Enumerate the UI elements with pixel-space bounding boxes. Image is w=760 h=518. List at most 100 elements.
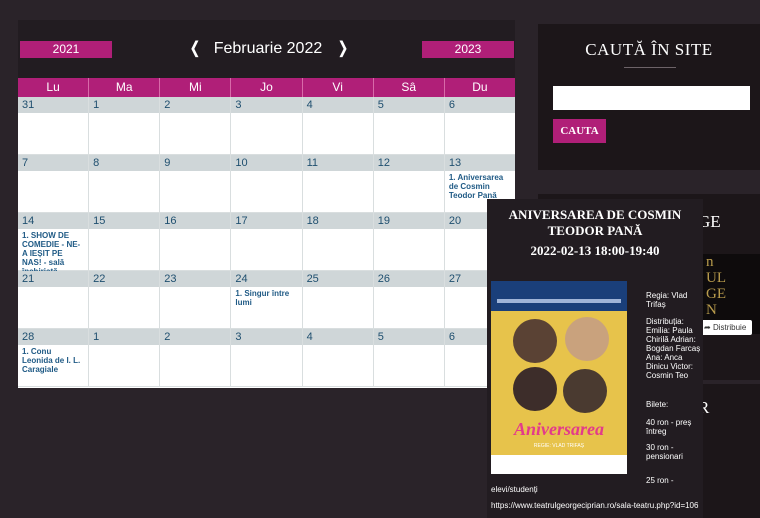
calendar-day-cell[interactable]: 23 <box>160 271 232 329</box>
banner-text: GE <box>706 286 726 302</box>
day-number: 17 <box>231 213 302 229</box>
calendar-day-cell[interactable]: 9 <box>160 155 232 213</box>
banner-text: UL <box>706 270 726 286</box>
day-number: 24 <box>231 271 302 287</box>
calendar-day-cell[interactable]: 2 <box>160 97 232 155</box>
calendar-day-cell[interactable]: 16 <box>160 213 232 271</box>
day-number: 4 <box>302 97 373 113</box>
weekday-label: Ma <box>89 78 161 97</box>
calendar-header: 2021 ❬ Februarie 2022 ❭ 2023 <box>18 20 515 78</box>
weekday-label: Du <box>472 80 488 94</box>
weekday-label: Sâ <box>374 78 445 97</box>
actor-portrait <box>563 369 607 413</box>
day-number: 15 <box>89 213 160 229</box>
calendar-day-cell[interactable]: 12 <box>373 155 445 213</box>
day-number: 2 <box>160 97 231 113</box>
banner-text: N <box>706 302 717 318</box>
calendar-day-cell[interactable]: 7 <box>18 155 90 213</box>
poster-sponsors <box>491 455 627 474</box>
popup-link[interactable]: https://www.teatrulgeorgeciprian.ro/sala… <box>491 501 699 510</box>
calendar-day-cell[interactable]: 4 <box>302 329 374 387</box>
calendar-day-cell[interactable]: 18 <box>302 213 374 271</box>
calendar-day-cell[interactable]: 10 <box>231 155 303 213</box>
day-number: 16 <box>160 213 231 229</box>
actor-portrait <box>513 367 557 411</box>
calendar-day-cell[interactable]: 6 <box>444 97 515 155</box>
poster-cast-strip <box>497 299 621 303</box>
calendar-day-cell[interactable]: 4 <box>302 97 374 155</box>
day-number: 21 <box>18 271 89 287</box>
actor-portrait <box>565 317 609 361</box>
prev-month-icon[interactable]: ❬ <box>186 36 204 62</box>
day-number: 23 <box>160 271 231 287</box>
next-month-icon[interactable]: ❭ <box>334 36 352 62</box>
prev-year-button[interactable]: 2021 <box>20 41 112 58</box>
share-label: Distribuie <box>712 323 747 332</box>
calendar-day-cell[interactable]: 14 1. SHOW DE COMEDIE - NE-A IEȘIT PE NAS… <box>18 213 90 276</box>
calendar-day-cell[interactable]: 19 <box>373 213 445 271</box>
calendar-day-cell[interactable]: 11 <box>302 155 374 213</box>
day-number: 14 <box>18 213 89 229</box>
calendar-week-row: 31 1 2 3 4 5 6 <box>18 97 515 155</box>
popup-cast: Distribuția: Emilia: Paula Chirilă Adria… <box>646 317 701 380</box>
calendar-day-cell[interactable]: 17 <box>231 213 303 271</box>
day-number: 10 <box>231 155 302 171</box>
calendar-day-cell[interactable]: 26 <box>373 271 445 329</box>
calendar-day-cell[interactable]: 25 <box>302 271 374 329</box>
day-number: 1 <box>89 97 160 113</box>
day-number: 3 <box>231 97 302 113</box>
weekday-label: Lu <box>18 78 90 97</box>
calendar-day-cell[interactable]: 2 <box>160 329 232 387</box>
calendar-day-cell[interactable]: 1 <box>89 329 161 387</box>
search-title: CAUTĂ ÎN SITE <box>585 40 713 59</box>
calendar-day-cell[interactable]: 3 <box>231 329 303 387</box>
next-year-button[interactable]: 2023 <box>422 41 514 58</box>
share-icon: ➦ <box>704 323 711 332</box>
calendar-day-cell[interactable]: 21 <box>18 271 90 329</box>
day-number: 3 <box>231 329 302 345</box>
popup-price-pensioners: 30 ron - pensionari <box>646 443 683 461</box>
calendar-day-cell[interactable]: 5 <box>373 329 445 387</box>
calendar-grid: 31 1 2 3 4 5 6 7 8 9 10 11 12 13 1. Aniversarea de Cos… <box>18 97 515 387</box>
search-input[interactable] <box>553 86 750 110</box>
banner-text: n <box>706 254 714 270</box>
day-number: 18 <box>302 213 373 229</box>
day-number: 5 <box>373 329 444 345</box>
month-navigation: ❬ Februarie 2022 ❭ <box>178 36 358 62</box>
calendar-week-row: 7 8 9 10 11 12 13 1. Aniversarea de Cosmin Teod… <box>18 155 515 213</box>
popup-price-students-cont: elevi/studenți <box>491 485 538 494</box>
day-number: 6 <box>444 97 515 113</box>
calendar-event-link[interactable]: 1. Singur între lumi <box>231 287 301 307</box>
calendar-day-cell[interactable]: 3 <box>231 97 303 155</box>
calendar-day-cell[interactable]: 15 <box>89 213 161 271</box>
weekday-label: Jo <box>231 78 303 97</box>
calendar-event-link[interactable]: 1. SHOW DE COMEDIE - NE-A IEȘIT PE NAS! … <box>18 229 88 276</box>
search-button[interactable]: CAUTA <box>553 119 606 143</box>
day-number: 9 <box>160 155 231 171</box>
calendar-day-cell[interactable]: 24 1. Singur între lumi <box>231 271 303 329</box>
title-ornament <box>624 67 676 68</box>
poster-header <box>491 281 627 311</box>
calendar-event-link[interactable]: 1. Aniversarea de Cosmin Teodor Pană <box>445 171 515 200</box>
popup-tickets-label: Bilete: <box>646 400 669 409</box>
calendar-week-row: 21 22 23 24 1. Singur între lumi 25 26 27 <box>18 271 515 329</box>
poster-title: Aniversarea <box>514 419 604 439</box>
calendar-day-cell[interactable]: 1 <box>89 97 161 155</box>
day-number: 22 <box>89 271 160 287</box>
search-panel: CAUTĂ ÎN SITE CAUTA <box>538 24 760 170</box>
actor-portrait <box>513 319 557 363</box>
calendar-day-cell[interactable]: 22 <box>89 271 161 329</box>
popup-price-students: 25 ron - <box>646 476 674 485</box>
calendar: 2021 ❬ Februarie 2022 ❭ 2023 Lu Ma Mi Jo… <box>18 20 515 388</box>
calendar-day-cell[interactable]: 31 <box>18 97 90 155</box>
day-number: 12 <box>373 155 444 171</box>
calendar-day-cell[interactable]: 28 1. Conu Leonida de I. L. Caragiale <box>18 329 90 387</box>
share-button[interactable]: ➦ Distribuie <box>700 320 752 335</box>
day-number: 11 <box>302 155 373 171</box>
day-number: 25 <box>302 271 373 287</box>
calendar-day-cell[interactable]: 5 <box>373 97 445 155</box>
day-number: 8 <box>89 155 160 171</box>
calendar-day-cell[interactable]: 8 <box>89 155 161 213</box>
popup-title: ANIVERSAREA DE COSMIN TEODOR PANĂ <box>508 207 682 238</box>
calendar-event-link[interactable]: 1. Conu Leonida de I. L. Caragiale <box>18 345 88 374</box>
